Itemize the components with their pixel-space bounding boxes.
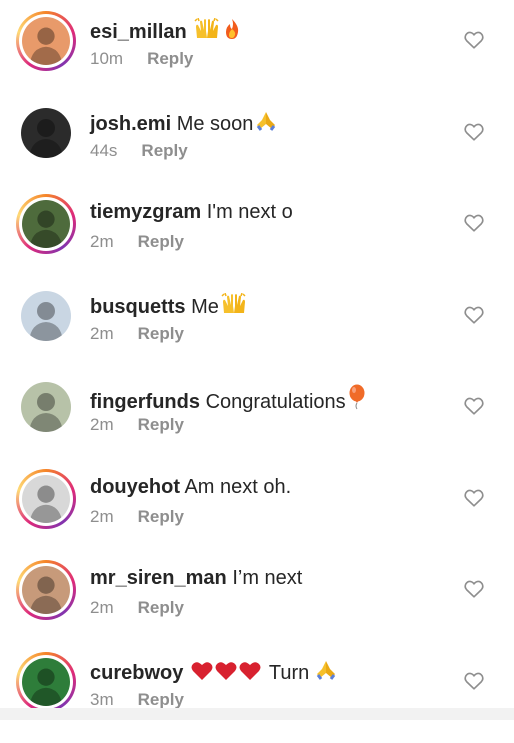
reply-button[interactable]: Reply (147, 49, 193, 68)
avatar-image (22, 658, 70, 706)
comment-meta: 2m Reply (90, 232, 184, 252)
comment-text: I'm next o (206, 201, 293, 223)
comment-row: esi_millan 10m Reply (0, 11, 514, 102)
heart-emoji-icon (239, 661, 261, 681)
fire-emoji-icon (222, 18, 242, 40)
comment-text: Me soon (176, 113, 254, 135)
comment-row: josh.emi Me soon 44s Reply (0, 103, 514, 194)
timestamp: 44s (90, 141, 118, 160)
comment-text: Me (191, 296, 219, 318)
comment-meta: 2m Reply (90, 507, 184, 527)
heart-outline-icon[interactable] (463, 121, 485, 143)
reply-button[interactable]: Reply (141, 141, 187, 160)
folded-hands-emoji-icon (255, 110, 277, 132)
folded-hands-emoji-icon (315, 659, 337, 681)
heart-outline-icon[interactable] (463, 212, 485, 234)
timestamp: 2m (90, 232, 114, 251)
reply-button[interactable]: Reply (138, 507, 184, 526)
heart-outline-icon[interactable] (463, 29, 485, 51)
comment-line: curebwoy Turn (90, 659, 337, 685)
bottom-bar (0, 708, 514, 720)
reply-button[interactable]: Reply (138, 324, 184, 343)
comment-row: douyehot Am next oh. 2m Reply (0, 469, 514, 560)
username-link[interactable]: douyehot (90, 476, 180, 498)
comment-line: mr_siren_man I’m next (90, 567, 302, 590)
avatar-image (21, 382, 71, 432)
comment-meta: 2m Reply (90, 598, 184, 618)
comment-line: tiemyzgram I'm next o (90, 201, 293, 224)
heart-outline-icon[interactable] (463, 487, 485, 509)
comment-row: fingerfunds Congratulations 2m Reply (0, 377, 514, 468)
username-link[interactable]: josh.emi (90, 113, 171, 135)
username-link[interactable]: curebwoy (90, 662, 183, 684)
reply-button[interactable]: Reply (138, 415, 184, 434)
comment-row: mr_siren_man I’m next 2m Reply (0, 560, 514, 651)
comment-text: Turn (268, 662, 310, 684)
username-link[interactable]: mr_siren_man (90, 567, 227, 589)
avatar[interactable] (16, 652, 76, 712)
raised-hands-emoji-icon (221, 293, 247, 315)
timestamp: 10m (90, 49, 124, 68)
timestamp: 2m (90, 598, 114, 617)
timestamp: 2m (90, 324, 114, 343)
username-link[interactable]: esi_millan (90, 21, 187, 43)
timestamp: 3m (90, 690, 114, 709)
timestamp: 2m (90, 507, 114, 526)
username-link[interactable]: busquetts (90, 296, 186, 318)
comment-line: douyehot Am next oh. (90, 476, 291, 499)
raised-hands-emoji-icon (194, 18, 220, 40)
comment-meta: 2m Reply (90, 415, 184, 435)
comment-line: fingerfunds Congratulations (90, 384, 366, 414)
avatar[interactable] (16, 194, 76, 254)
username-link[interactable]: tiemyzgram (90, 201, 201, 223)
timestamp: 2m (90, 415, 114, 434)
comment-meta: 44s Reply (90, 141, 188, 161)
comment-row: curebwoy Turn 3m Reply (0, 652, 514, 743)
avatar[interactable] (16, 377, 76, 437)
avatar[interactable] (16, 286, 76, 346)
balloon-emoji-icon (348, 384, 366, 410)
comment-meta: 2m Reply (90, 324, 184, 344)
avatar-image (22, 17, 70, 65)
comment-row: busquetts Me 2m Reply (0, 286, 514, 377)
comment-text: I’m next (232, 567, 303, 589)
comment-text: Am next oh. (184, 476, 292, 498)
reply-button[interactable]: Reply (138, 232, 184, 251)
comment-row: tiemyzgram I'm next o 2m Reply (0, 194, 514, 285)
reply-button[interactable]: Reply (138, 690, 184, 709)
comment-text: Congratulations (205, 391, 346, 413)
avatar[interactable] (16, 11, 76, 71)
avatar[interactable] (16, 103, 76, 163)
avatar-image (21, 291, 71, 341)
heart-outline-icon[interactable] (463, 670, 485, 692)
comment-line: josh.emi Me soon (90, 110, 277, 136)
comment-line: esi_millan (90, 18, 242, 44)
comment-meta: 3m Reply (90, 690, 184, 710)
comment-line: busquetts Me (90, 293, 247, 319)
heart-emoji-icon (191, 661, 213, 681)
avatar[interactable] (16, 560, 76, 620)
comment-meta: 10m Reply (90, 49, 193, 69)
avatar-image (22, 475, 70, 523)
avatar-image (22, 566, 70, 614)
avatar[interactable] (16, 469, 76, 529)
avatar-image (22, 200, 70, 248)
username-link[interactable]: fingerfunds (90, 391, 200, 413)
heart-emoji-icon (215, 661, 237, 681)
heart-outline-icon[interactable] (463, 304, 485, 326)
avatar-image (21, 108, 71, 158)
heart-outline-icon[interactable] (463, 578, 485, 600)
reply-button[interactable]: Reply (138, 598, 184, 617)
heart-outline-icon[interactable] (463, 395, 485, 417)
